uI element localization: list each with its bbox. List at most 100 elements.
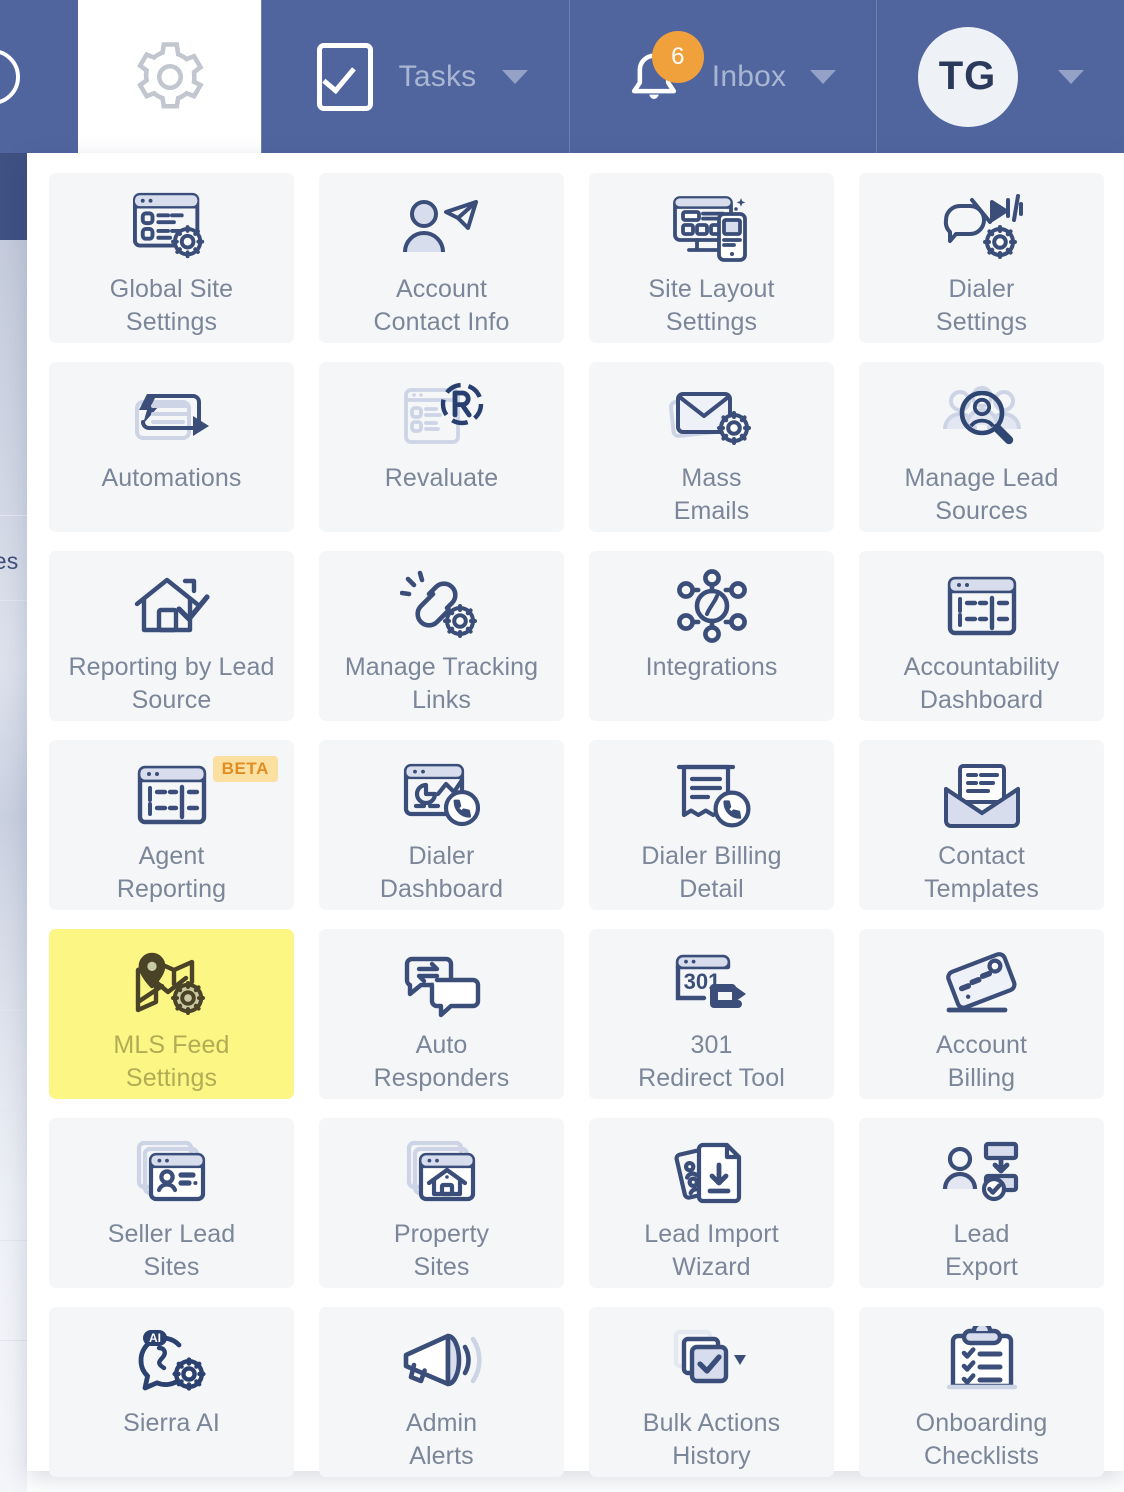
menu-item-integrations[interactable]: Integrations <box>589 551 834 721</box>
chevron-down-icon[interactable] <box>502 69 529 84</box>
menu-item-label: Property Sites <box>393 1220 490 1281</box>
circle-partial-icon <box>0 49 20 105</box>
menu-item-label: Lead Export <box>945 1220 1018 1281</box>
menu-item-label: Revaluate <box>384 464 499 492</box>
menu-item-label: Manage Tracking Links <box>344 653 539 714</box>
integrations-icon <box>672 567 752 645</box>
background-clipped-text: ses <box>0 548 19 574</box>
nav-left-partial-item[interactable] <box>0 0 78 153</box>
lead-import-icon <box>671 1134 753 1212</box>
menu-item-label: Integrations <box>645 653 778 681</box>
menu-item-lead-import-wizard[interactable]: Lead Import Wizard <box>589 1118 834 1288</box>
nav-inbox-label: Inbox <box>711 59 787 93</box>
bell-icon: 6 <box>620 30 704 115</box>
dialer-settings-icon <box>938 189 1026 267</box>
avatar: TG <box>917 26 1018 127</box>
menu-item-account-billing[interactable]: Account Billing <box>859 929 1104 1099</box>
menu-item-site-layout-settings[interactable]: Site Layout Settings <box>589 173 834 343</box>
chevron-down-icon[interactable] <box>810 69 837 84</box>
menu-item-property-sites[interactable]: Property Sites <box>319 1118 564 1288</box>
revaluate-icon <box>400 378 484 456</box>
property-sites-icon <box>401 1134 483 1212</box>
menu-item-label: Contact Templates <box>924 842 1039 903</box>
menu-item-contact-templates[interactable]: Contact Templates <box>859 740 1104 910</box>
menu-item-label: MLS Feed Settings <box>113 1031 230 1092</box>
menu-item-admin-alerts[interactable]: Admin Alerts <box>319 1307 564 1477</box>
gear-icon <box>136 41 204 109</box>
menu-item-reporting-by-lead-source[interactable]: Reporting by Lead Source <box>49 551 294 721</box>
menu-item-label: 301 Redirect Tool <box>638 1031 785 1092</box>
menu-item-label: Dialer Settings <box>935 275 1028 336</box>
auto-responders-icon <box>399 945 485 1023</box>
sierra-ai-icon: AI <box>131 1323 213 1401</box>
background-row-divider <box>0 1010 27 1011</box>
menu-item-lead-export[interactable]: Lead Export <box>859 1118 1104 1288</box>
accountability-icon <box>944 567 1020 645</box>
chevron-down-icon[interactable] <box>1057 69 1084 84</box>
menu-item-manage-lead-sources[interactable]: Manage Lead Sources <box>859 362 1104 532</box>
menu-item-dialer-settings[interactable]: Dialer Settings <box>859 173 1104 343</box>
menu-item-bulk-actions-history[interactable]: Bulk Actions History <box>589 1307 834 1477</box>
menu-item-agent-reporting[interactable]: BETA Agent Reporting <box>49 740 294 910</box>
nav-user-menu[interactable]: TG <box>877 0 1124 153</box>
nav-settings-tab[interactable] <box>78 0 261 153</box>
menu-item-automations[interactable]: Automations <box>49 362 294 532</box>
checkbox-check-icon <box>316 42 373 111</box>
menu-item-label: Dialer Dashboard <box>379 842 504 903</box>
top-navbar: Tasks 6 Inbox TG <box>0 0 1124 153</box>
dialer-billing-icon <box>670 756 754 834</box>
seller-lead-sites-icon <box>131 1134 213 1212</box>
menu-item-label: Global Site Settings <box>109 275 234 336</box>
menu-item-revaluate[interactable]: Revaluate <box>319 362 564 532</box>
menu-item-label: Auto Responders <box>373 1031 510 1092</box>
menu-item-label: Reporting by Lead Source <box>68 653 275 714</box>
settings-dropdown-panel: Global Site Settings Account Contact Info <box>27 153 1124 1477</box>
redirect-301-icon: 301 <box>670 945 754 1023</box>
menu-item-label: Dialer Billing Detail <box>641 842 782 903</box>
dialer-dashboard-icon <box>400 756 484 834</box>
menu-item-mass-emails[interactable]: Mass Emails <box>589 362 834 532</box>
menu-item-global-site-settings[interactable]: Global Site Settings <box>49 173 294 343</box>
menu-item-manage-tracking-links[interactable]: Manage Tracking Links <box>319 551 564 721</box>
menu-item-301-redirect-tool[interactable]: 301 301 Redirect Tool <box>589 929 834 1099</box>
account-contact-icon <box>398 189 486 267</box>
settings-grid: Global Site Settings Account Contact Info <box>27 173 1124 1477</box>
menu-item-mls-feed-settings[interactable]: MLS Feed Settings <box>49 929 294 1099</box>
menu-item-label: Bulk Actions History <box>642 1409 781 1470</box>
menu-item-seller-lead-sites[interactable]: Seller Lead Sites <box>49 1118 294 1288</box>
reporting-lead-source-icon <box>129 567 215 645</box>
contact-templates-icon <box>938 756 1026 834</box>
menu-item-onboarding-checklists[interactable]: Onboarding Checklists <box>859 1307 1104 1477</box>
menu-item-dialer-billing-detail[interactable]: Dialer Billing Detail <box>589 740 834 910</box>
background-row-divider <box>0 1240 27 1241</box>
admin-alerts-icon <box>398 1323 486 1401</box>
menu-item-account-contact-info[interactable]: Account Contact Info <box>319 173 564 343</box>
inbox-badge-count: 6 <box>651 30 704 83</box>
svg-text:AI: AI <box>149 1331 161 1345</box>
nav-inbox-item[interactable]: 6 Inbox <box>570 0 876 153</box>
site-layout-icon <box>669 189 755 267</box>
menu-item-label: Accountability Dashboard <box>903 653 1060 714</box>
menu-item-label: Admin Alerts <box>405 1409 478 1470</box>
menu-item-label: Account Billing <box>935 1031 1028 1092</box>
menu-item-sierra-ai[interactable]: AI Sierra AI <box>49 1307 294 1477</box>
nav-tasks-label: Tasks <box>398 59 477 93</box>
tracking-links-icon <box>399 567 484 645</box>
menu-item-auto-responders[interactable]: Auto Responders <box>319 929 564 1099</box>
menu-item-label: Seller Lead Sites <box>107 1220 236 1281</box>
menu-item-dialer-dashboard[interactable]: Dialer Dashboard <box>319 740 564 910</box>
menu-item-label: Onboarding Checklists <box>915 1409 1048 1470</box>
onboarding-checklists-icon <box>942 1323 1022 1401</box>
agent-reporting-icon <box>134 756 210 834</box>
background-sidebar-column <box>0 240 27 1492</box>
background-left-nav-block <box>0 143 27 240</box>
mass-emails-icon <box>668 378 756 456</box>
background-row-divider <box>0 1110 27 1111</box>
nav-tasks-item[interactable]: Tasks <box>262 0 569 153</box>
background-row-divider <box>0 600 27 601</box>
menu-item-label: Automations <box>101 464 242 492</box>
menu-item-label: Manage Lead Sources <box>904 464 1059 525</box>
mls-feed-icon <box>128 945 216 1023</box>
menu-item-accountability-dashboard[interactable]: Accountability Dashboard <box>859 551 1104 721</box>
menu-item-label: Account Contact Info <box>373 275 510 336</box>
